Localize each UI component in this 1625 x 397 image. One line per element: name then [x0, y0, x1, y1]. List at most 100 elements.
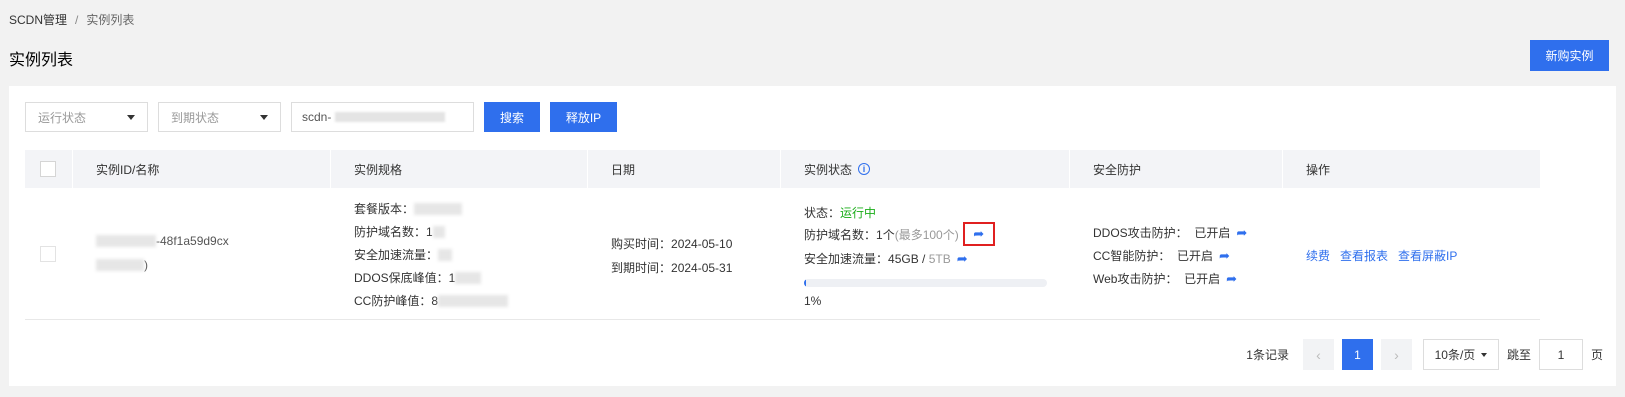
run-status-placeholder: 运行状态 [38, 110, 87, 125]
page-size-select[interactable]: 10条/页 [1422, 339, 1499, 370]
row-actions: 续费 查看报表 查看屏蔽IP [1306, 247, 1457, 264]
page-title: 实例列表 [9, 52, 74, 69]
instance-table: 实例ID/名称 实例规格 日期 实例状态 i 安全防护 操作 -48f1a59d… [25, 150, 1540, 320]
redacted-text [96, 235, 156, 247]
header-checkbox-cell [25, 150, 73, 188]
expire-date-value: 2024-05-31 [671, 261, 733, 275]
buy-instance-button[interactable]: 新购实例 [1530, 40, 1609, 71]
traffic-progress-text: 1% [804, 294, 822, 308]
header-ops: 操作 [1306, 162, 1331, 177]
status-cell: 状态： 运行中 防护域名数： 1个 (最多100个) ➦ 安全加速流量： 45G… [781, 188, 1070, 320]
redacted-text [432, 225, 445, 238]
status-traffic-label: 安全加速流量： [804, 252, 889, 266]
expire-date: 到期时间：2024-05-31 [611, 259, 732, 276]
header-security: 安全防护 [1070, 150, 1283, 188]
spec-domains: 防护域名数：1 [354, 223, 445, 240]
breadcrumb: SCDN管理 / 实例列表 [9, 11, 134, 28]
filter-bar: 运行状态 到期状态 scdn- 搜索 释放IP [25, 102, 617, 132]
share-arrow-icon: ➦ [973, 226, 985, 241]
redacted-text [438, 294, 509, 307]
info-circle-icon[interactable]: i [858, 163, 871, 175]
instance-list-card: 运行状态 到期状态 scdn- 搜索 释放IP 实例ID/名称 实例规格 日期 … [9, 86, 1616, 386]
header-status: 实例状态 i [781, 150, 1070, 188]
view-blocked-ip-link[interactable]: 查看屏蔽IP [1398, 247, 1457, 264]
breadcrumb-separator: / [75, 12, 79, 27]
prev-page-button[interactable]: ‹ [1302, 339, 1334, 370]
spec-domains-label: 防护域名数：1 [354, 225, 433, 239]
traffic-progress-fill [804, 279, 807, 287]
ops-cell: 续费 查看报表 查看屏蔽IP [1283, 188, 1540, 320]
page-size-value: 10条/页 [1434, 348, 1476, 362]
caret-down-icon [127, 114, 135, 120]
redacted-text [414, 202, 463, 215]
expire-status-select[interactable]: 到期状态 [158, 102, 281, 132]
breadcrumb-root[interactable]: SCDN管理 [9, 11, 67, 28]
status-domains-value: 1个 [876, 227, 895, 242]
share-arrow-icon[interactable]: ➦ [957, 251, 968, 267]
instance-name: ) [96, 258, 148, 272]
web-protection: Web攻击防护： 已开启 ➦ [1093, 270, 1237, 287]
status-traffic-used: 45GB [888, 251, 919, 266]
spec-cc-label: CC防护峰值：8 [354, 294, 439, 308]
caret-down-icon [260, 114, 268, 120]
ddos-protection: DDOS攻击防护： 已开启 ➦ [1093, 224, 1247, 241]
spec-package-label: 套餐版本： [354, 202, 415, 216]
instance-name-text: ) [144, 258, 148, 272]
share-arrow-icon[interactable]: ➦ [1236, 225, 1247, 241]
next-page-button[interactable]: › [1380, 339, 1412, 370]
expire-status-placeholder: 到期状态 [171, 110, 220, 125]
search-input-value: scdn- [302, 110, 332, 124]
expire-date-label: 到期时间： [611, 261, 672, 275]
status-domains-label: 防护域名数： [804, 227, 877, 242]
header-spec: 实例规格 [331, 150, 588, 188]
domains-jump-button[interactable]: ➦ [962, 222, 995, 246]
spec-traffic-label: 安全加速流量： [354, 248, 439, 262]
instance-id-cell: -48f1a59d9cx ) [73, 188, 331, 320]
table-row: -48f1a59d9cx ) 套餐版本： 防护域名数：1 安全加速流量： DDO… [25, 188, 1540, 320]
spec-ddos-label: DDOS保底峰值：1 [354, 271, 456, 285]
spec-cell: 套餐版本： 防护域名数：1 安全加速流量： DDOS保底峰值：1 CC防护峰值：… [331, 188, 588, 320]
redacted-text [96, 259, 144, 271]
purchase-date-label: 购买时间： [611, 237, 672, 251]
status-traffic: 安全加速流量： 45GB / 5TB ➦ [804, 250, 968, 267]
page-number-current[interactable]: 1 [1341, 339, 1373, 370]
security-cell: DDOS攻击防护： 已开启 ➦ CC智能防护： 已开启 ➦ Web攻击防护： 已… [1070, 188, 1283, 320]
run-status-value: 运行中 [840, 206, 877, 220]
caret-down-icon [1481, 352, 1488, 357]
spec-traffic: 安全加速流量： [354, 246, 453, 263]
pagination: 1条记录 ‹ 1 › 10条/页 跳至 1 页 [1246, 339, 1603, 370]
renew-link[interactable]: 续费 [1306, 247, 1330, 264]
release-ip-button[interactable]: 释放IP [550, 102, 617, 132]
redacted-text [335, 112, 446, 122]
header-date: 日期 [588, 150, 781, 188]
cc-protection: CC智能防护： 已开启 ➦ [1093, 247, 1230, 264]
date-cell: 购买时间：2024-05-10 到期时间：2024-05-31 [588, 188, 781, 320]
ddos-protection-text: DDOS攻击防护： 已开启 [1093, 226, 1231, 240]
share-arrow-icon[interactable]: ➦ [1219, 248, 1230, 264]
view-report-link[interactable]: 查看报表 [1340, 247, 1388, 264]
spec-ddos: DDOS保底峰值：1 [354, 269, 482, 286]
traffic-progress-bar [804, 279, 1047, 287]
search-input[interactable]: scdn- [291, 102, 474, 132]
status-traffic-sep: / [918, 251, 929, 266]
redacted-text [455, 271, 482, 284]
run-status: 状态： 运行中 [804, 204, 876, 221]
jump-label: 跳至 [1506, 348, 1531, 362]
row-checkbox[interactable] [40, 246, 56, 262]
breadcrumb-current: 实例列表 [86, 13, 135, 27]
run-status-select[interactable]: 运行状态 [25, 102, 148, 132]
status-domains-max: (最多100个) [894, 227, 959, 242]
select-all-checkbox[interactable] [40, 161, 56, 177]
search-button[interactable]: 搜索 [484, 102, 540, 132]
run-status-label: 状态： [804, 206, 841, 220]
share-arrow-icon[interactable]: ➦ [1226, 271, 1237, 287]
spec-package: 套餐版本： [354, 200, 463, 217]
jump-page-input[interactable]: 1 [1538, 339, 1583, 370]
header-id: 实例ID/名称 [73, 150, 331, 188]
status-traffic-total: 5TB [928, 251, 951, 266]
page-unit-label: 页 [1590, 348, 1603, 362]
total-records: 1条记录 [1246, 348, 1289, 362]
status-domains: 防护域名数： 1个 (最多100个) ➦ [804, 222, 995, 246]
instance-id-text: -48f1a59d9cx [156, 234, 229, 248]
redacted-text [438, 248, 453, 261]
